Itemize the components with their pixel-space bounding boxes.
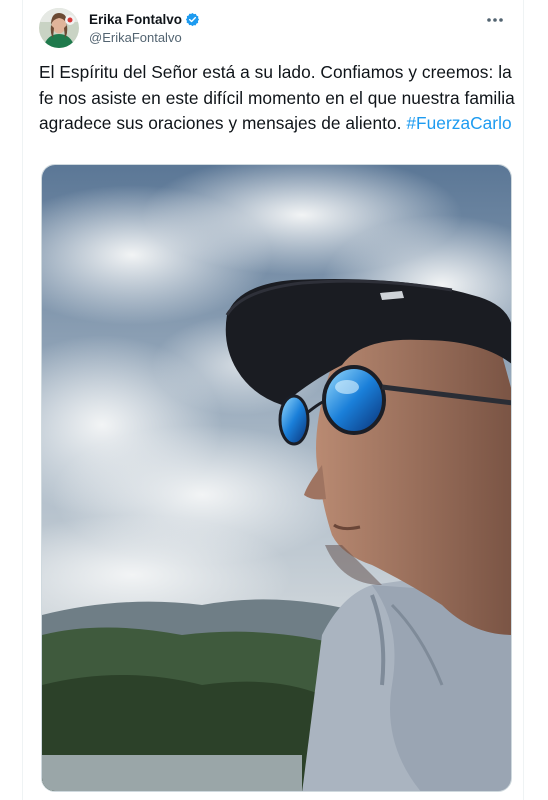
verified-badge-icon [185,12,200,27]
name-row: Erika Fontalvo [89,10,200,28]
author-names: Erika Fontalvo @ErikaFontalvo [89,10,200,45]
photo-illustration [42,165,511,791]
tweet-header: Erika Fontalvo @ErikaFontalvo [39,8,507,52]
tweet-card: Erika Fontalvo @ErikaFontalvo El Espírit… [22,0,524,800]
tweet-text: El Espíritu del Señor está a su lado. Co… [39,60,515,137]
tweet-photo[interactable] [41,164,512,792]
more-options-icon[interactable] [483,10,507,30]
hashtag-link[interactable]: #FuerzaCarlo [406,113,511,133]
handle[interactable]: @ErikaFontalvo [89,30,200,45]
avatar[interactable] [39,8,79,48]
display-name[interactable]: Erika Fontalvo [89,12,182,27]
